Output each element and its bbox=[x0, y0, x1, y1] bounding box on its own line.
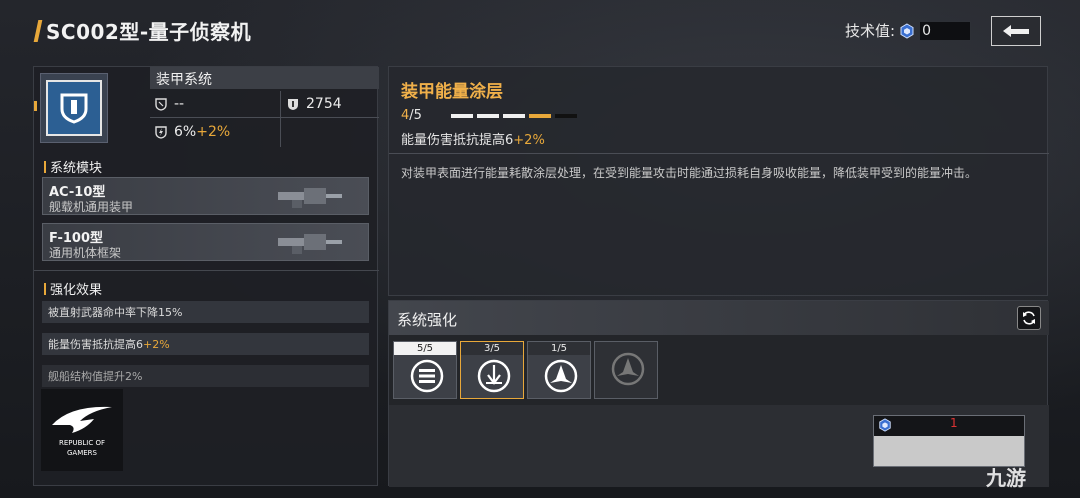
enhance-slot-2[interactable]: 3/5 bbox=[460, 341, 524, 399]
tech-value-display: 技术值: 0 bbox=[845, 20, 972, 41]
detail-divider bbox=[389, 153, 1049, 154]
stat-energy-value: 6% bbox=[174, 124, 197, 140]
modules-section-title: 系统模块 bbox=[44, 157, 102, 176]
stat-armor: 2754 bbox=[282, 91, 379, 117]
module-item-ac10[interactable]: AC-10型 舰载机通用装甲 bbox=[42, 177, 369, 215]
upgrade-detail-panel: 装甲能量涂层 4/5 能量伤害抵抗提高6+2% 对装甲表面进行能量耗散涂层处理，… bbox=[388, 66, 1049, 296]
back-button[interactable] bbox=[991, 16, 1041, 46]
effect-text: 能量伤害抵抗提高6 bbox=[48, 338, 143, 351]
page-title: SC002型-量子侦察机 bbox=[46, 20, 252, 44]
deflect-shield-icon bbox=[155, 98, 167, 111]
tech-value: 0 bbox=[922, 22, 931, 39]
shield-icon bbox=[60, 93, 88, 124]
slot-level: 1/5 bbox=[528, 342, 590, 355]
effects-section-title: 强化效果 bbox=[44, 279, 102, 298]
upgrade-level: 4/5 bbox=[401, 108, 422, 123]
system-enhance-title: 系统强化 bbox=[397, 311, 458, 329]
tech-crystal-icon bbox=[879, 418, 891, 432]
page-header: SC002型-量子侦察机 bbox=[33, 16, 252, 45]
back-arrow-icon bbox=[1003, 25, 1029, 37]
armor-stats: -- 2754 6% +2% bbox=[150, 91, 379, 147]
watermark-text: 九游 bbox=[986, 466, 1026, 490]
rog-eye-icon bbox=[52, 406, 112, 433]
stat-divider bbox=[280, 91, 281, 147]
rog-logo-line1: REPUBLIC OF bbox=[58, 439, 106, 447]
level-pip bbox=[477, 114, 499, 118]
level-pip bbox=[529, 114, 551, 118]
fighter-emblem-icon bbox=[544, 359, 578, 393]
effect-text: 舰船结构值提升2% bbox=[48, 370, 143, 383]
armor-badge bbox=[46, 80, 102, 136]
stat-divider bbox=[150, 117, 379, 118]
stat-deflect: -- bbox=[150, 91, 280, 117]
stat-energy-resist: 6% +2% bbox=[150, 119, 280, 145]
tech-label: 技术值: bbox=[845, 22, 896, 40]
level-pip bbox=[503, 114, 525, 118]
level-pip bbox=[555, 114, 577, 118]
armor-panel: 装甲系统 -- 2754 6% +2% 系统模块 AC-10型 舰载机通用装甲 bbox=[33, 66, 379, 486]
system-enhance-panel: 系统强化 5/5 3/5 1/5 1 bbox=[388, 300, 1049, 487]
upgrade-effect-bonus: +2% bbox=[513, 133, 545, 148]
level-max: /5 bbox=[409, 108, 422, 123]
armor-layers-icon bbox=[410, 359, 444, 393]
tech-crystal-icon bbox=[900, 22, 914, 39]
enhance-slot-4[interactable] bbox=[594, 341, 658, 399]
weapon-module-icon bbox=[278, 188, 342, 208]
effect-item: 能量伤害抵抗提高6 +2% bbox=[42, 333, 369, 355]
level-pip bbox=[451, 114, 473, 118]
armor-system-tile[interactable] bbox=[40, 73, 108, 143]
energy-shield-icon bbox=[155, 126, 167, 139]
enhance-cost-box[interactable]: 1 bbox=[873, 415, 1025, 467]
system-enhance-header: 系统强化 bbox=[389, 301, 1049, 335]
energy-shield-icon bbox=[477, 359, 511, 393]
effect-bonus: +2% bbox=[143, 337, 170, 351]
effect-item: 舰船结构值提升2% bbox=[42, 365, 369, 387]
slot-level: 5/5 bbox=[394, 342, 456, 355]
armor-summary: 装甲系统 -- 2754 6% +2% bbox=[34, 67, 379, 147]
upgrade-title: 装甲能量涂层 bbox=[401, 82, 503, 102]
stat-deflect-value: -- bbox=[174, 96, 185, 112]
effect-item: 被直射武器命中率下降15% bbox=[42, 301, 369, 323]
refresh-button[interactable] bbox=[1017, 306, 1041, 330]
module-item-f100[interactable]: F-100型 通用机体框架 bbox=[42, 223, 369, 261]
cost-row: 1 bbox=[874, 416, 1024, 434]
module-sub: 舰载机通用装甲 bbox=[49, 200, 134, 214]
enhance-slot-3[interactable]: 1/5 bbox=[527, 341, 591, 399]
refresh-icon bbox=[1023, 311, 1035, 325]
frame-module-icon bbox=[278, 234, 342, 254]
slot-level: 3/5 bbox=[461, 342, 523, 355]
enhance-slot-1[interactable]: 5/5 bbox=[393, 341, 457, 399]
stat-armor-value: 2754 bbox=[306, 96, 342, 112]
upgrade-effect: 能量伤害抵抗提高6+2% bbox=[401, 129, 545, 148]
upgrade-description: 对装甲表面进行能量耗散涂层处理，在受到能量攻击时能通过损耗自身吸收能量，降低装甲… bbox=[401, 166, 978, 180]
upgrade-effect-text: 能量伤害抵抗提高6 bbox=[401, 133, 514, 148]
tech-value-box: 0 bbox=[919, 20, 972, 41]
module-sub: 通用机体框架 bbox=[49, 246, 122, 260]
armor-shield-icon bbox=[288, 99, 298, 110]
stat-energy-bonus: +2% bbox=[196, 124, 231, 140]
armor-system-name: 装甲系统 bbox=[150, 67, 379, 89]
cost-value: 1 bbox=[950, 416, 958, 430]
level-pips bbox=[451, 114, 577, 118]
selection-marker bbox=[34, 101, 37, 111]
rog-logo: REPUBLIC OF GAMERS bbox=[41, 389, 123, 471]
effect-text: 被直射武器命中率下降15% bbox=[48, 306, 183, 319]
rog-logo-line2: GAMERS bbox=[67, 449, 97, 457]
section-divider bbox=[34, 270, 379, 271]
locked-emblem-icon bbox=[611, 352, 645, 386]
